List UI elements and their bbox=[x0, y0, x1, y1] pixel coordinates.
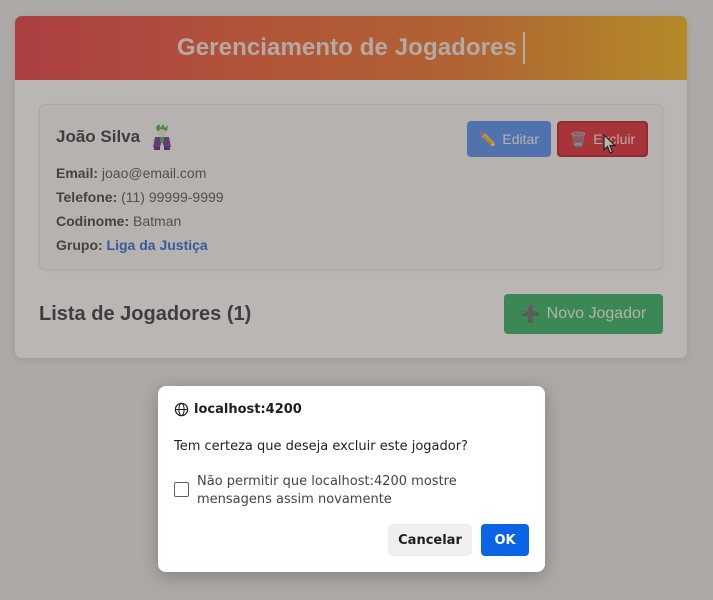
ok-button[interactable]: OK bbox=[481, 524, 529, 556]
dialog-origin-text: localhost:4200 bbox=[194, 402, 302, 417]
suppress-dialogs-row: Não permitir que localhost:4200 mostre m… bbox=[174, 473, 532, 509]
suppress-dialogs-checkbox[interactable] bbox=[174, 482, 189, 497]
suppress-dialogs-label[interactable]: Não permitir que localhost:4200 mostre m… bbox=[197, 473, 532, 509]
globe-icon bbox=[174, 402, 189, 417]
cancel-button[interactable]: Cancelar bbox=[388, 524, 472, 556]
confirm-dialog: localhost:4200 Tem certeza que deseja ex… bbox=[158, 386, 545, 572]
dialog-origin: localhost:4200 bbox=[174, 402, 302, 417]
dialog-message: Tem certeza que deseja excluir este joga… bbox=[174, 439, 468, 454]
